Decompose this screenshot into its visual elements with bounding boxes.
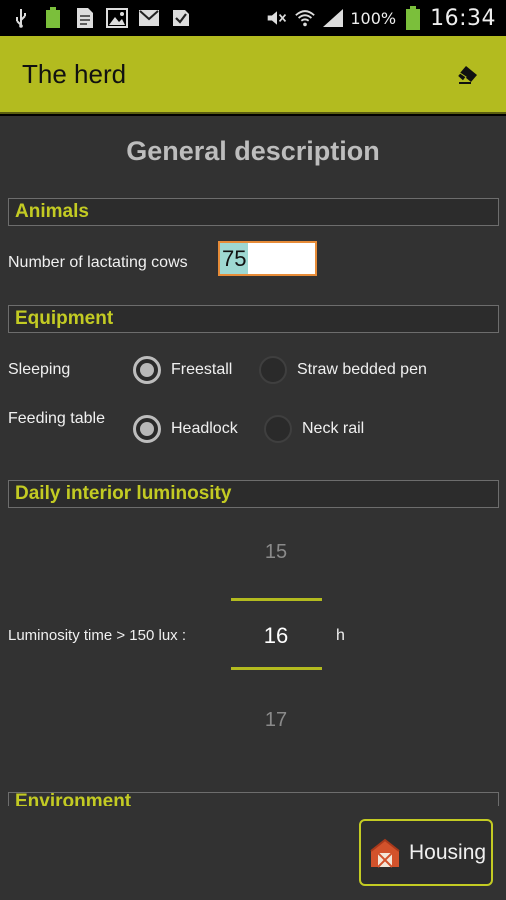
action-bar: The herd	[0, 36, 506, 114]
app-title: The herd	[22, 58, 127, 89]
radio-neck-rail-circle[interactable]	[264, 415, 292, 443]
radio-straw-bedded-pen-circle[interactable]	[259, 356, 287, 384]
radio-freestall-circle[interactable]	[133, 356, 161, 384]
section-header-animals: Animals	[8, 198, 499, 226]
radio-headlock[interactable]: Headlock	[133, 415, 238, 443]
scroll-content[interactable]: General description Animals Number of la…	[0, 116, 506, 806]
section-header-animals-label: Animals	[15, 201, 89, 222]
battery-icon	[402, 6, 424, 30]
luminosity-unit: h	[336, 627, 345, 644]
signal-icon	[322, 7, 344, 29]
picker-previous-value[interactable]: 15	[230, 541, 322, 564]
radio-neck-rail[interactable]: Neck rail	[264, 415, 364, 443]
lactating-cows-input[interactable]: 75	[218, 241, 317, 276]
picker-next-value[interactable]: 17	[230, 709, 322, 732]
picker-divider-bottom	[231, 667, 322, 670]
radio-headlock-circle[interactable]	[133, 415, 161, 443]
usb-icon	[10, 7, 32, 29]
radio-freestall[interactable]: Freestall	[133, 356, 232, 384]
section-header-luminosity: Daily interior luminosity	[8, 480, 499, 508]
wifi-icon	[294, 7, 316, 29]
battery-percent: 100%	[350, 8, 397, 28]
picker-current-value[interactable]: 16	[230, 623, 322, 649]
radio-neck-rail-label: Neck rail	[302, 420, 365, 437]
page-title: General description	[126, 136, 380, 166]
gmail-icon	[138, 7, 160, 29]
luminosity-time-label: Luminosity time > 150 lux :	[8, 627, 187, 644]
lactating-cows-label: Number of lactating cows	[8, 254, 188, 271]
mute-icon	[266, 7, 288, 29]
document-icon	[74, 7, 96, 29]
housing-button-label: Housing	[409, 840, 487, 864]
barn-icon	[369, 837, 401, 869]
section-header-equipment: Equipment	[8, 305, 499, 333]
feeding-table-label: Feeding table	[8, 410, 105, 427]
section-header-environment-label: Environment	[15, 792, 132, 806]
radio-freestall-label: Freestall	[171, 361, 233, 378]
clock: 16:34	[430, 5, 496, 31]
radio-straw-bedded-pen-label: Straw bedded pen	[297, 361, 427, 378]
radio-headlock-label: Headlock	[171, 420, 238, 437]
section-header-equipment-label: Equipment	[15, 308, 114, 329]
sleeping-label: Sleeping	[8, 361, 71, 378]
battery-full-notification-icon	[42, 7, 64, 29]
image-icon	[106, 7, 128, 29]
picker-divider-top	[231, 598, 322, 601]
eraser-icon[interactable]	[452, 58, 484, 90]
status-bar: 100% 16:34	[0, 0, 506, 36]
bottom-bar: Housing	[0, 806, 506, 900]
section-header-luminosity-label: Daily interior luminosity	[15, 483, 232, 504]
lactating-cows-value: 75	[220, 243, 249, 274]
section-header-environment: Environment	[8, 792, 499, 806]
task-check-icon	[170, 7, 192, 29]
housing-button[interactable]: Housing	[359, 819, 493, 886]
radio-straw-bedded-pen[interactable]: Straw bedded pen	[259, 356, 427, 384]
